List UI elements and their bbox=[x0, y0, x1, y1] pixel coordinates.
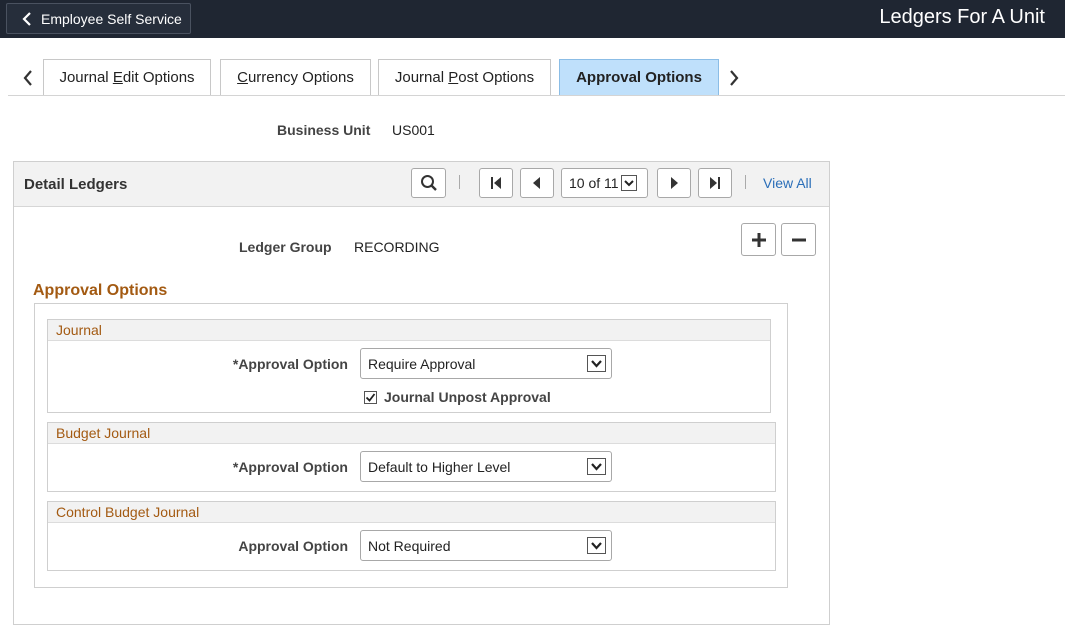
select-value: Not Required bbox=[368, 537, 451, 554]
pager-value: 10 of 11 bbox=[569, 175, 619, 191]
tab-currency-options[interactable]: Currency Options bbox=[220, 59, 371, 95]
select-value: Require Approval bbox=[368, 355, 476, 372]
chevron-down-icon bbox=[620, 175, 637, 191]
control-budget-journal-group-heading: Control Budget Journal bbox=[48, 502, 775, 523]
tab-label: Journal Edit Options bbox=[59, 69, 195, 86]
plus-icon bbox=[751, 232, 766, 247]
budget-journal-group-heading: Budget Journal bbox=[48, 423, 775, 444]
top-banner: Employee Self Service Ledgers For A Unit bbox=[0, 0, 1065, 38]
chevron-down-icon bbox=[587, 537, 606, 554]
tab-journal-edit-options[interactable]: Journal Edit Options bbox=[43, 59, 211, 95]
separator bbox=[745, 175, 746, 189]
journal-unpost-approval: Journal Unpost Approval bbox=[364, 389, 551, 405]
ledger-group-value: RECORDING bbox=[354, 239, 440, 255]
control-budget-journal-approval-option-select[interactable]: Not Required bbox=[360, 530, 612, 561]
control-budget-journal-approval-option-label: Approval Option bbox=[238, 538, 348, 554]
tab-scroll-right-icon[interactable] bbox=[726, 66, 742, 90]
tab-divider bbox=[8, 95, 1065, 96]
delete-row-button[interactable] bbox=[781, 223, 816, 256]
business-unit-label: Business Unit bbox=[277, 122, 371, 138]
previous-icon bbox=[533, 177, 540, 189]
separator bbox=[459, 175, 460, 189]
budget-journal-approval-option-select[interactable]: Default to Higher Level bbox=[360, 451, 612, 482]
search-button[interactable] bbox=[411, 168, 446, 198]
journal-approval-option-select[interactable]: Require Approval bbox=[360, 348, 612, 379]
row-pager-select[interactable]: 10 of 11 bbox=[561, 168, 648, 198]
tab-scroll-left-icon[interactable] bbox=[20, 66, 36, 90]
budget-journal-group: Budget Journal *Approval Option Default … bbox=[47, 422, 776, 492]
budget-journal-approval-option-label: *Approval Option bbox=[232, 459, 348, 475]
checkmark-icon bbox=[365, 392, 376, 402]
detail-ledgers-header: Detail Ledgers 10 of 11 View All bbox=[14, 162, 829, 207]
previous-row-button[interactable] bbox=[520, 168, 554, 198]
detail-ledgers-title: Detail Ledgers bbox=[24, 176, 128, 193]
search-icon bbox=[420, 175, 437, 191]
business-unit-value: US001 bbox=[392, 122, 435, 138]
add-row-button[interactable] bbox=[741, 223, 776, 256]
tab-label: Approval Options bbox=[576, 69, 702, 86]
select-value: Default to Higher Level bbox=[368, 458, 511, 475]
first-row-button[interactable] bbox=[479, 168, 513, 198]
tab-label: Journal Post Options bbox=[394, 69, 535, 86]
back-button[interactable]: Employee Self Service bbox=[6, 3, 191, 34]
last-page-icon bbox=[710, 177, 720, 189]
journal-group-heading: Journal bbox=[48, 320, 770, 341]
chevron-down-icon bbox=[587, 458, 606, 475]
detail-ledgers-section: Detail Ledgers 10 of 11 View All Ledger … bbox=[13, 161, 830, 625]
journal-unpost-approval-label: Journal Unpost Approval bbox=[384, 389, 551, 405]
page-title: Ledgers For A Unit bbox=[879, 6, 1045, 28]
approval-options-box: Journal *Approval Option Require Approva… bbox=[34, 303, 788, 588]
back-button-label: Employee Self Service bbox=[41, 10, 182, 27]
next-icon bbox=[671, 177, 678, 189]
journal-approval-option-label: *Approval Option bbox=[232, 356, 348, 372]
control-budget-journal-group: Control Budget Journal Approval Option N… bbox=[47, 501, 776, 571]
chevron-left-icon bbox=[22, 11, 31, 26]
journal-unpost-approval-checkbox[interactable] bbox=[364, 390, 377, 404]
last-row-button[interactable] bbox=[698, 168, 732, 198]
minus-icon bbox=[791, 238, 806, 241]
tab-approval-options[interactable]: Approval Options bbox=[559, 59, 719, 95]
journal-group: Journal *Approval Option Require Approva… bbox=[47, 319, 771, 413]
chevron-down-icon bbox=[587, 355, 606, 372]
tab-journal-post-options[interactable]: Journal Post Options bbox=[378, 59, 551, 95]
approval-options-title: Approval Options bbox=[33, 282, 168, 299]
next-row-button[interactable] bbox=[657, 168, 691, 198]
tab-label: Currency Options bbox=[237, 69, 354, 86]
ledger-group-label: Ledger Group bbox=[239, 239, 332, 255]
first-page-icon bbox=[491, 177, 501, 189]
view-all-link[interactable]: View All bbox=[763, 175, 812, 191]
